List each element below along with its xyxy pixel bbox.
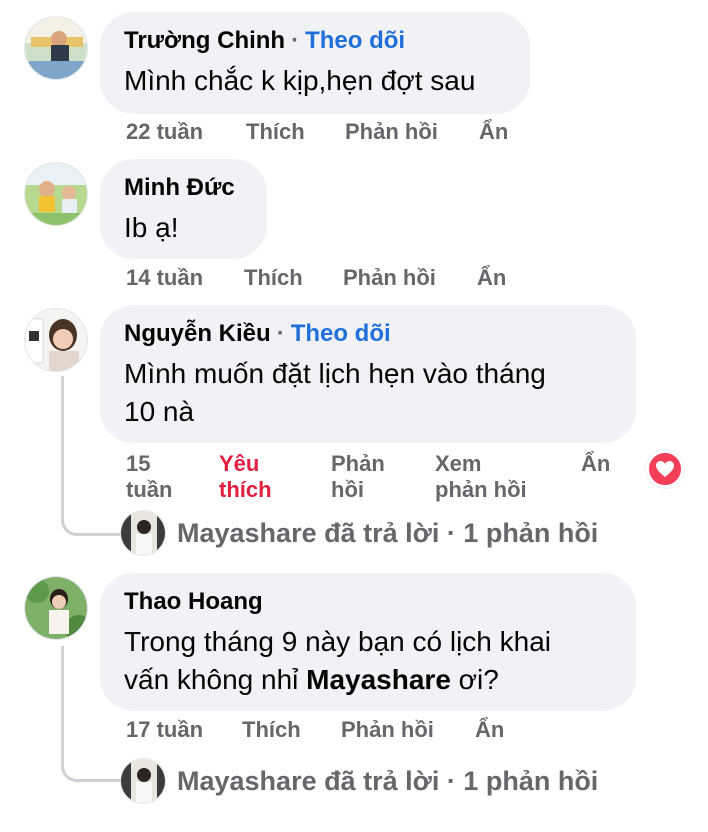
comment-text-line: 10 nà (124, 396, 195, 427)
comment-time[interactable]: 22 tuần (126, 119, 203, 145)
comment-text: Mình muốn đặt lịch hẹn vào tháng 10 nà (124, 355, 612, 431)
reply-button[interactable]: Phản hồi (345, 119, 438, 145)
hide-button[interactable]: Ẩn (477, 265, 506, 291)
reply-avatar[interactable] (120, 758, 166, 804)
comment-text: Mình chắc k kịp,hẹn đợt sau (124, 65, 476, 96)
comment-time[interactable]: 14 tuần (126, 265, 203, 291)
reply-label-line: hồi (331, 477, 364, 502)
reaction-heart-icon[interactable] (646, 450, 684, 488)
view-replies-label-line: Xem (435, 451, 482, 476)
profile-photo-icon (25, 17, 87, 79)
hide-button[interactable]: Ẩn (479, 119, 508, 145)
follow-link[interactable]: Theo dõi (291, 320, 391, 347)
avatar[interactable] (24, 162, 88, 226)
comment-bubble: Minh Đức Ib ạ! (100, 159, 267, 259)
love-label-line: thích (219, 477, 272, 502)
comment-actions: 22 tuần Thích Phản hồi Ẩn (126, 119, 546, 147)
like-button[interactable]: Thích (244, 265, 303, 291)
profile-photo-icon (25, 163, 87, 225)
mention-link[interactable]: Mayashare (306, 664, 451, 695)
comment-time[interactable]: 17 tuần (126, 717, 203, 743)
hide-button[interactable]: Ẩn (475, 717, 504, 743)
profile-photo-icon (121, 511, 165, 555)
hide-button[interactable]: Ẩn (581, 451, 610, 477)
follow-link[interactable]: Theo dõi (305, 27, 405, 54)
heart-icon (656, 461, 674, 477)
comment-text: Ib ạ! (124, 212, 179, 243)
comment-author[interactable]: Minh Đức (124, 174, 235, 201)
avatar[interactable] (24, 308, 88, 372)
comment-text: Trong tháng 9 này bạn có lịch khai vấn k… (124, 623, 612, 699)
reply-avatar[interactable] (120, 510, 166, 556)
reply-button[interactable]: Phản hồi (341, 717, 434, 743)
profile-photo-icon (25, 577, 87, 639)
comment-text-segment: vấn không nhỉ (124, 664, 307, 695)
reply-button[interactable]: Phản hồi (343, 265, 436, 291)
reply-button[interactable]: Phản hồi (331, 451, 385, 503)
avatar[interactable] (24, 16, 88, 80)
comment-author[interactable]: Thao Hoang (124, 588, 263, 615)
comment-bubble: Thao Hoang Trong tháng 9 này bạn có lịch… (100, 573, 636, 711)
like-button[interactable]: Thích (246, 119, 305, 145)
comment-time[interactable]: 15 tuần (126, 451, 172, 503)
separator-dot: · (276, 320, 285, 347)
comment-bubble: Trường Chinh · Theo dõi Mình chắc k kịp,hẹ… (100, 12, 530, 114)
view-replies-link[interactable]: Mayashare đã trả lời · 1 phản hồi (177, 764, 598, 798)
comment-text-line: Mình muốn đặt lịch hẹn vào tháng (124, 358, 546, 389)
like-button[interactable]: Thích (242, 717, 301, 743)
profile-photo-icon (25, 309, 87, 371)
comment-bubble: Nguyễn Kiều · Theo dõi Mình muốn đặt lịch … (100, 305, 636, 443)
comment-author[interactable]: Trường Chinh (124, 27, 285, 54)
comment-author[interactable]: Nguyễn Kiều (124, 320, 271, 347)
view-replies-label-line: phản hồi (435, 477, 527, 502)
avatar[interactable] (24, 576, 88, 640)
comment-actions: 14 tuần Thích Phản hồi Ẩn (126, 265, 546, 293)
comment-actions: 15 tuần Yêu thích Phản hồi Xem phản hồi … (126, 451, 626, 505)
comment-actions: 17 tuần Thích Phản hồi Ẩn (126, 717, 546, 745)
separator-dot: · (291, 27, 300, 54)
love-label-line: Yêu (219, 451, 260, 476)
love-button[interactable]: Yêu thích (219, 451, 272, 503)
view-replies-button[interactable]: Xem phản hồi (435, 451, 527, 503)
comment-text-segment: ơi? (450, 664, 499, 695)
view-replies-link[interactable]: Mayashare đã trả lời · 1 phản hồi (177, 516, 598, 550)
profile-photo-icon (121, 759, 165, 803)
reply-label-line: Phản (331, 451, 385, 476)
comment-text-line: Trong tháng 9 này bạn có lịch khai (124, 626, 552, 657)
comment-text-line: vấn không nhỉ Mayashare ơi? (124, 661, 612, 699)
comment-time-line: tuần (126, 477, 173, 502)
comment-time-line: 15 (126, 451, 151, 476)
